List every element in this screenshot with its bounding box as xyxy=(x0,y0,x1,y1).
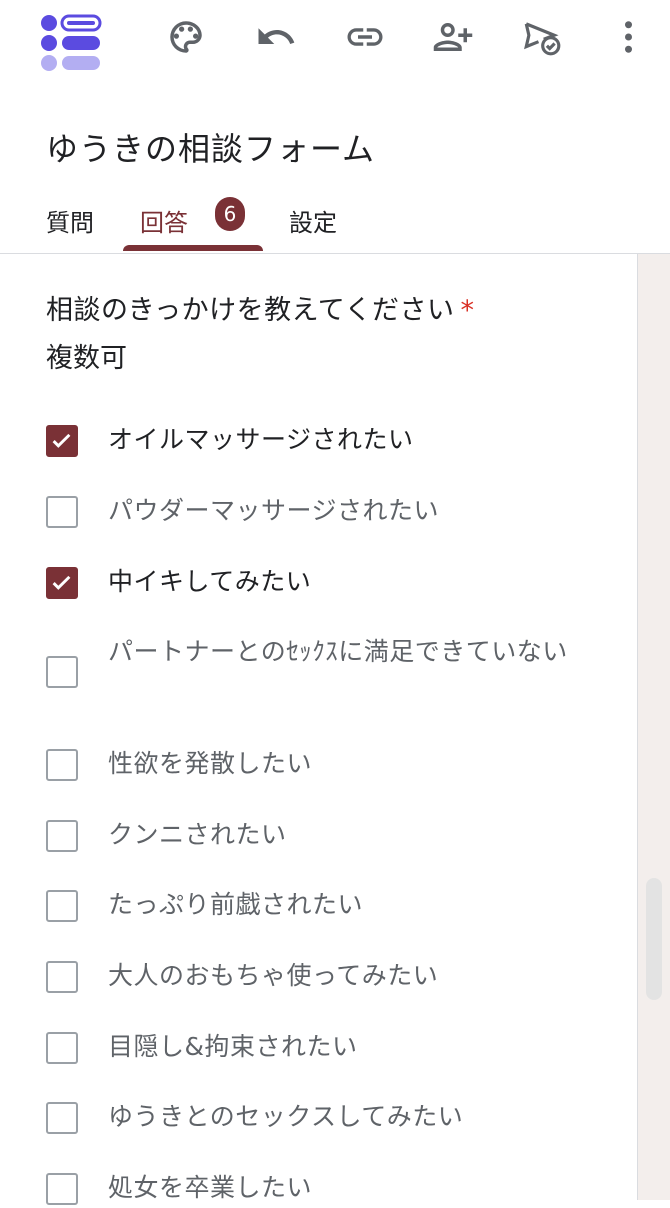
checkbox-checked[interactable] xyxy=(46,567,78,599)
form-title: ゆうきの相談フォーム xyxy=(46,130,376,168)
tab-bar: 質問 回答 6 設定 xyxy=(0,195,670,253)
checkbox-unchecked[interactable] xyxy=(46,749,78,781)
scrollbar-thumb[interactable] xyxy=(646,878,662,1000)
option-label: 性欲を発散したい xyxy=(108,749,313,778)
checkbox-unchecked[interactable] xyxy=(46,496,78,528)
option-label: パートナーとのｾｯｸｽに満足できていない xyxy=(108,637,568,666)
checkbox-unchecked[interactable] xyxy=(46,1102,78,1134)
question-description: 複数可 xyxy=(46,343,127,374)
top-toolbar xyxy=(0,0,670,90)
responses-count-badge: 6 xyxy=(215,197,245,231)
checkbox-checked[interactable] xyxy=(46,425,78,457)
option-label: 処女を卒業したい xyxy=(108,1173,313,1202)
check-icon xyxy=(52,433,71,448)
option-label: 目隠し&拘束されたい xyxy=(108,1032,358,1061)
question-title: 相談のきっかけを教えてください * xyxy=(46,288,474,327)
option-label: パウダーマッサージされたい xyxy=(108,496,440,525)
undo-icon[interactable] xyxy=(255,16,297,58)
option-label: オイルマッサージされたい xyxy=(108,425,414,454)
more-vert-icon[interactable] xyxy=(611,16,653,58)
active-tab-indicator xyxy=(123,245,263,251)
forms-logo-icon[interactable] xyxy=(40,14,102,72)
option-label: ゆうきとのセックスしてみたい xyxy=(108,1102,464,1131)
side-panel xyxy=(638,254,670,1200)
tab-settings[interactable]: 設定 xyxy=(289,203,337,238)
option-label: クンニされたい xyxy=(108,820,287,849)
palette-icon[interactable] xyxy=(165,16,207,58)
add-collaborator-icon[interactable] xyxy=(432,16,474,58)
tab-questions[interactable]: 質問 xyxy=(46,203,94,238)
link-icon[interactable] xyxy=(344,16,386,58)
check-icon xyxy=(52,575,71,590)
checkbox-unchecked[interactable] xyxy=(46,961,78,993)
send-icon[interactable] xyxy=(521,16,563,58)
checkbox-unchecked[interactable] xyxy=(46,1173,78,1205)
option-label: 中イキしてみたい xyxy=(108,567,312,596)
option-label: たっぷり前戯されたい xyxy=(108,890,364,919)
question-title-text: 相談のきっかけを教えてください xyxy=(46,295,455,326)
checkbox-unchecked[interactable] xyxy=(46,820,78,852)
required-mark: * xyxy=(460,295,475,326)
tab-responses[interactable]: 回答 xyxy=(140,203,188,238)
checkbox-unchecked[interactable] xyxy=(46,890,78,922)
checkbox-unchecked[interactable] xyxy=(46,656,78,688)
option-label: 大人のおもちゃ使ってみたい xyxy=(108,961,439,990)
checkbox-unchecked[interactable] xyxy=(46,1032,78,1064)
